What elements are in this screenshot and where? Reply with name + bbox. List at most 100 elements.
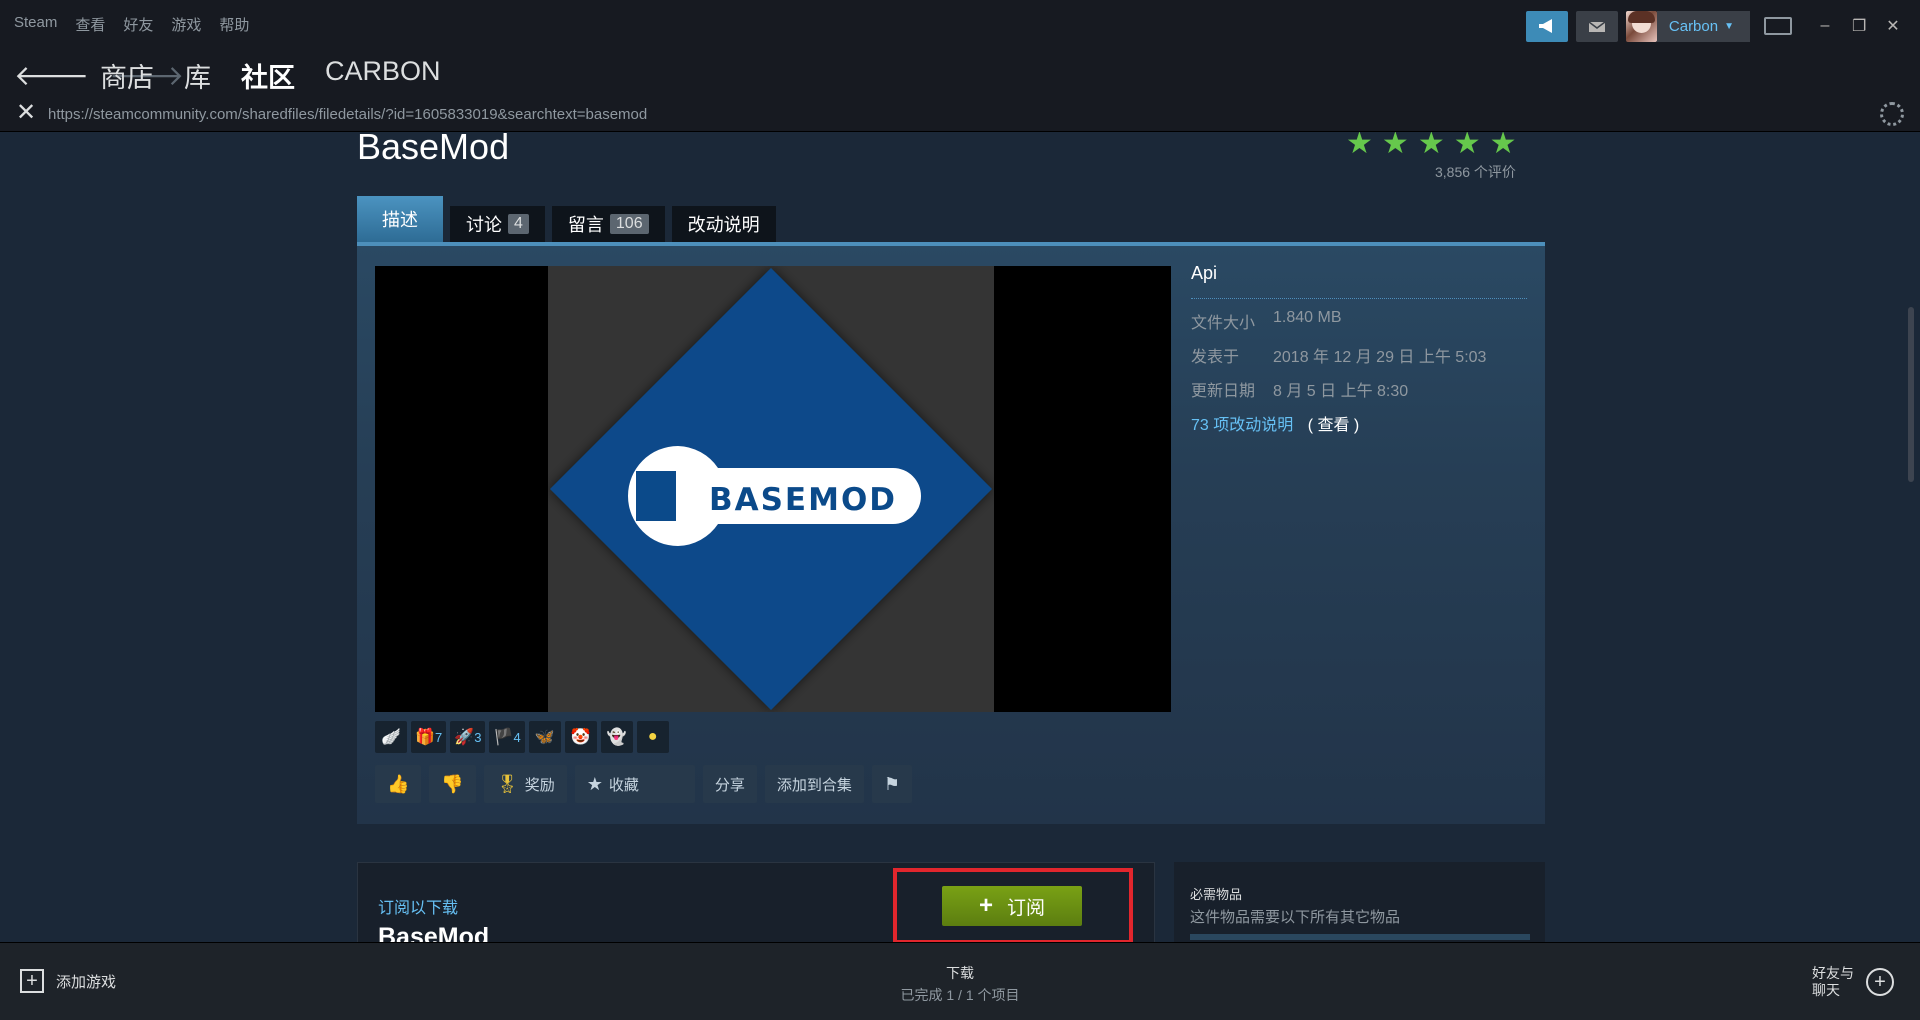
tab-discussions[interactable]: 讨论 4 [450, 206, 545, 242]
account-name: Carbon [1668, 17, 1719, 35]
share-button-label: 分享 [714, 776, 745, 794]
nav-community[interactable]: 社区 [241, 56, 295, 95]
award-badge[interactable]: 🪽 [375, 721, 407, 753]
award-badge[interactable]: 🏴 4 [489, 721, 525, 753]
stat-value: 2018 年 12 月 29 日 上午 5:03 [1273, 349, 1487, 366]
chevron-down-icon: ▼ [1724, 20, 1734, 32]
stop-loading-icon[interactable]: ✕ [16, 98, 36, 127]
close-icon[interactable]: ✕ [1886, 16, 1900, 36]
item-tabs: 描述 讨论 4 留言 106 改动说明 [357, 196, 776, 242]
award-badge[interactable]: 🦋 [528, 721, 561, 753]
downloads-progress-text: 已完成 1 / 1 个项目 [900, 987, 1020, 1003]
share-button[interactable]: 分享 [702, 765, 757, 803]
stat-key: 发表于 [1191, 349, 1240, 366]
thumbs-down-icon: 👎 [441, 773, 464, 794]
rating-count: 3,856 个评价 [1435, 164, 1516, 180]
stat-key: 更新日期 [1191, 383, 1256, 400]
award-button[interactable]: 🎖 奖励 [483, 765, 567, 803]
award-badge[interactable]: 🎁 7 [411, 721, 447, 753]
nav-links: 商店 库 社区 CARBON [100, 56, 441, 95]
preview-image-content: BASEMOD [548, 266, 994, 712]
menu-friends[interactable]: 好友 [123, 14, 153, 35]
tab-comments[interactable]: 留言 106 [551, 206, 665, 242]
url-text[interactable]: https://steamcommunity.com/sharedfiles/f… [48, 106, 647, 123]
award-button-label: 奖励 [524, 776, 555, 794]
favorite-button[interactable]: ★ 收藏 [574, 765, 695, 803]
report-button[interactable]: ⚑ [871, 765, 913, 803]
change-notes-view-link[interactable]: ( 查看 ) [1308, 417, 1360, 434]
required-items-desc: 这件物品需要以下所有其它物品 [1190, 909, 1401, 926]
menu-bar: Steam 查看 好友 游戏 帮助 [14, 14, 249, 35]
nav-library[interactable]: 库 [184, 56, 211, 95]
logo-text: BASEMOD [709, 482, 897, 518]
nav-store[interactable]: 商店 [100, 56, 154, 95]
star-icon: ★ [1453, 132, 1481, 160]
preview-image[interactable]: BASEMOD [375, 266, 1171, 712]
item-details: Api 文件大小 1.840 MB 发表于 2018 年 12 月 29 日 上… [1191, 263, 1527, 435]
menu-games[interactable]: 游戏 [171, 14, 201, 35]
star-icon: ★ [1489, 132, 1517, 160]
minimize-icon[interactable]: – [1818, 17, 1832, 35]
vote-down-button[interactable]: 👎 [429, 765, 476, 803]
thumbs-up-icon: 👍 [387, 773, 410, 794]
stat-file-size: 文件大小 1.840 MB [1191, 309, 1527, 333]
notifications-button[interactable] [1575, 10, 1618, 42]
add-friend-icon: + [1866, 968, 1894, 996]
author-name[interactable]: Api [1191, 263, 1527, 299]
required-items-box: 必需物品 这件物品需要以下所有其它物品 [1174, 862, 1545, 942]
award-badge[interactable]: 👻 [600, 721, 633, 753]
stat-value: 1.840 MB [1273, 309, 1342, 326]
star-icon: ★ [1346, 132, 1373, 160]
nav-bar: 🡐 🡒 商店 库 社区 CARBON [0, 50, 1920, 96]
tab-label: 讨论 [466, 215, 502, 235]
content-area: BaseMod ★ ★ ★ ★ ★ 3,856 个评价 描述 讨论 4 留言 1… [0, 132, 1920, 942]
tab-label: 改动说明 [687, 215, 760, 235]
star-icon: ★ [1381, 132, 1409, 160]
subscribe-button-label: 订阅 [1007, 897, 1046, 919]
account-menu[interactable]: Carbon ▼ [1656, 10, 1750, 42]
bottom-bar: + 添加游戏 下载 已完成 1 / 1 个项目 好友与聊天 + [0, 942, 1920, 1020]
downloads-status[interactable]: 下载 已完成 1 / 1 个项目 [0, 963, 1920, 1005]
clown-award-icon: 🤡 [570, 729, 591, 746]
maximize-icon[interactable]: ❐ [1852, 16, 1866, 36]
gift-award-icon: 🎁 [415, 729, 435, 746]
subscribe-box: 订阅以下载 BaseMod + 订阅 [357, 862, 1155, 942]
envelope-icon [1588, 21, 1606, 32]
tab-change-notes[interactable]: 改动说明 [671, 206, 776, 242]
tab-count-badge: 4 [508, 214, 529, 234]
star-icon: ★ [1417, 132, 1445, 160]
change-notes-link[interactable]: 73 项改动说明 [1191, 417, 1293, 434]
pirate-award-icon: 🏴 [493, 729, 514, 746]
avatar[interactable] [1625, 10, 1657, 42]
friends-chat-label: 好友与聊天 [1812, 965, 1854, 998]
subscribe-button[interactable]: + 订阅 [942, 886, 1082, 926]
tab-description[interactable]: 描述 [357, 196, 443, 242]
menu-view[interactable]: 查看 [75, 14, 105, 35]
title-bar: Steam 查看 好友 游戏 帮助 Carbon ▼ – ❐ ✕ [0, 0, 1920, 50]
menu-steam[interactable]: Steam [14, 14, 57, 35]
award-badge[interactable]: 🤡 [564, 721, 597, 753]
tab-label: 描述 [382, 210, 418, 230]
basemod-logo: BASEMOD [550, 268, 992, 710]
big-picture-icon[interactable] [1764, 17, 1792, 35]
announcements-button[interactable] [1525, 10, 1568, 42]
vote-up-button[interactable]: 👍 [375, 765, 422, 803]
friends-chat-button[interactable]: 好友与聊天 + [1812, 965, 1894, 999]
loading-spinner-icon [1880, 102, 1904, 126]
menu-help[interactable]: 帮助 [219, 14, 249, 35]
scrollbar[interactable] [1908, 307, 1914, 482]
required-items-title: 必需物品 [1190, 887, 1243, 902]
url-bar: ✕ https://steamcommunity.com/sharedfiles… [0, 96, 1920, 132]
stat-key: 文件大小 [1191, 315, 1256, 332]
award-badge[interactable]: 🚀 3 [450, 721, 486, 753]
add-to-collection-button[interactable]: 添加到合集 [764, 765, 864, 803]
butterfly-award-icon: 🦋 [534, 729, 555, 746]
flag-icon: ⚑ [883, 773, 901, 794]
subscribe-label: 订阅以下载 [378, 900, 459, 917]
required-item-entry[interactable] [1190, 934, 1530, 940]
back-arrow-icon[interactable]: 🡐 [14, 58, 89, 92]
megaphone-icon [1538, 19, 1552, 33]
award-count: 3 [474, 729, 482, 745]
nav-profile[interactable]: CARBON [325, 56, 441, 95]
award-badge[interactable]: ● [636, 721, 669, 753]
